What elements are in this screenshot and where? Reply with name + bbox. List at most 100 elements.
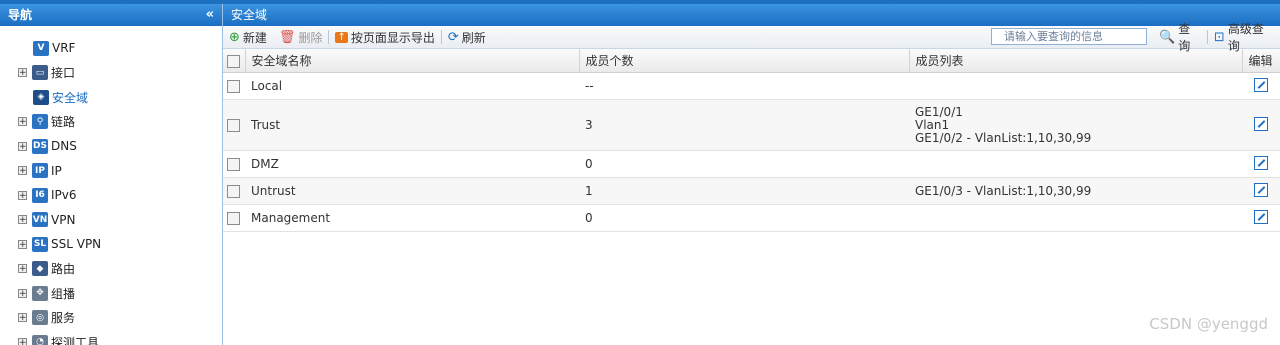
sidebar-item-vpn[interactable]: + VN VPN <box>0 208 222 233</box>
member-count-cell: 3 <box>579 99 909 151</box>
sidebar-item-label: IP <box>51 163 62 178</box>
sidebar-item-sslvpn[interactable]: + SL SSL VPN <box>0 232 222 257</box>
sidebar-item-multicast[interactable]: + ✥ 组播 <box>0 281 222 306</box>
row-select-cell <box>223 150 245 178</box>
trash-icon: 🗑 <box>278 29 296 45</box>
edit-icon[interactable] <box>1253 116 1268 131</box>
row-checkbox[interactable] <box>227 80 240 93</box>
zone-name-cell: Untrust <box>245 177 579 205</box>
table-row[interactable]: Untrust 1 GE1/0/3 - VlanList:1,10,30,99 <box>223 177 1280 205</box>
expand-icon[interactable]: + <box>18 288 27 298</box>
edit-icon[interactable] <box>1253 209 1268 224</box>
expand-icon[interactable]: + <box>18 239 27 249</box>
expand-icon[interactable]: + <box>18 215 27 225</box>
edit-cell <box>1242 204 1280 232</box>
zone-name-cell: Management <box>245 204 579 232</box>
sidebar-item-label: VRF <box>52 41 76 56</box>
edit-icon[interactable] <box>1253 182 1268 197</box>
expand-icon[interactable]: + <box>18 141 27 151</box>
new-button-label: 新建 <box>242 30 267 45</box>
probe-icon: ◔ <box>32 334 48 345</box>
table-header-row: 安全域名称 成员个数 成员列表 编辑 <box>223 49 1280 73</box>
expand-icon[interactable]: + <box>18 337 27 345</box>
sidebar-item-label: 安全域 <box>52 90 89 105</box>
select-all-cell <box>223 49 246 73</box>
ipv6-icon: I6 <box>32 187 48 203</box>
sidebar-item-interface[interactable]: + ▭ 接口 <box>0 61 222 86</box>
sidebar-item-label: 路由 <box>51 262 76 277</box>
refresh-button-label: 刷新 <box>461 30 486 45</box>
expand-icon[interactable]: + <box>18 117 27 127</box>
add-icon: ⊕ <box>229 29 240 45</box>
sidebar-item-ipv6[interactable]: + I6 IPv6 <box>0 183 222 208</box>
expand-icon[interactable]: + <box>18 166 27 176</box>
zone-name-cell: Trust <box>245 99 579 151</box>
export-button-label: 按页面显示导出 <box>350 30 435 45</box>
query-button[interactable]: 🔍 查询 <box>1153 22 1207 53</box>
table-row[interactable]: Management 0 <box>223 204 1280 232</box>
row-checkbox[interactable] <box>227 119 240 132</box>
expand-icon[interactable]: + <box>18 190 27 200</box>
export-button[interactable]: ↑ 按页面显示导出 <box>329 26 440 48</box>
zone-name-cell: DMZ <box>245 150 579 178</box>
sidebar-item-label: DNS <box>51 139 77 154</box>
sidebar-item-label: 探测工具 <box>51 335 100 345</box>
expand-icon[interactable]: + <box>18 264 27 274</box>
sidebar-item-ip[interactable]: + IP IP <box>0 159 222 184</box>
security-zone-icon: ◈ <box>33 89 49 105</box>
page-title: 安全域 <box>223 4 1280 26</box>
table-row[interactable]: DMZ 0 <box>223 150 1280 178</box>
sidebar-item-vrf[interactable]: V VRF <box>0 36 222 61</box>
delete-button[interactable]: 🗑 删除 <box>273 26 329 48</box>
select-all-checkbox[interactable] <box>226 54 240 68</box>
expand-icon[interactable]: + <box>18 313 27 323</box>
collapse-sidebar-icon[interactable]: « <box>206 4 214 26</box>
edit-cell <box>1242 72 1280 100</box>
vrf-icon: V <box>33 40 49 56</box>
refresh-button[interactable]: ⟳ 刷新 <box>442 26 492 48</box>
new-button[interactable]: ⊕ 新建 <box>223 26 273 48</box>
sidebar-item-label: 组播 <box>51 286 76 301</box>
row-checkbox[interactable] <box>227 158 240 171</box>
sidebar-item-label: SSL VPN <box>51 237 102 252</box>
navigation-tree: V VRF + ▭ 接口 ◈ 安全域 + ⚲ 链路 + DS DNS + IP IP + I6 IPv6 + VN VPN… <box>0 26 222 345</box>
sidebar-item-link[interactable]: + ⚲ 链路 <box>0 110 222 135</box>
sidebar-item-route[interactable]: + ◆ 路由 <box>0 257 222 282</box>
advanced-query-label: 高级查询 <box>1227 22 1264 53</box>
sidebar-item-service[interactable]: + ◎ 服务 <box>0 306 222 331</box>
edit-icon[interactable] <box>1253 155 1268 170</box>
sidebar-item-security-zone[interactable]: ◈ 安全域 <box>0 85 222 110</box>
edit-cell <box>1242 99 1280 151</box>
dns-icon: DS <box>32 138 48 154</box>
row-select-cell <box>223 177 245 205</box>
watermark: CSDN @yenggd <box>1149 315 1268 333</box>
column-header-count[interactable]: 成员个数 <box>579 49 910 73</box>
sidebar-item-probe[interactable]: + ◔ 探测工具 <box>0 330 222 345</box>
sidebar-item-dns[interactable]: + DS DNS <box>0 134 222 159</box>
member-list-cell: GE1/0/3 - VlanList:1,10,30,99 <box>909 177 1242 205</box>
column-header-name[interactable]: 安全域名称 <box>245 49 580 73</box>
ip-icon: IP <box>32 163 48 179</box>
member-list-cell <box>909 150 1242 178</box>
table-row[interactable]: Local -- <box>223 72 1280 100</box>
edit-icon[interactable] <box>1253 77 1268 92</box>
member-list-cell: GE1/0/1 Vlan1 GE1/0/2 - VlanList:1,10,30,9… <box>909 99 1242 151</box>
sidebar-title: 导航 <box>8 8 33 22</box>
export-icon: ↑ <box>335 31 348 43</box>
route-icon: ◆ <box>32 261 48 277</box>
expand-icon[interactable]: + <box>18 68 27 78</box>
table-row[interactable]: Trust 3 GE1/0/1 Vlan1 GE1/0/2 - VlanList:1,1… <box>223 99 1280 151</box>
zone-name-cell: Local <box>245 72 579 100</box>
security-zone-table: 安全域名称 成员个数 成员列表 编辑 Local -- Trust 3 GE1/0/1 V… <box>223 49 1280 232</box>
row-checkbox[interactable] <box>227 212 240 225</box>
member-entry: GE1/0/1 <box>915 104 963 119</box>
search-input[interactable]: 请输入要查询的信息 <box>991 28 1147 45</box>
link-icon: ⚲ <box>32 114 48 130</box>
row-select-cell <box>223 204 245 232</box>
row-checkbox[interactable] <box>227 185 240 198</box>
service-icon: ◎ <box>32 310 48 326</box>
edit-cell <box>1242 150 1280 178</box>
member-count-cell: 1 <box>579 177 909 205</box>
row-select-cell <box>223 72 245 100</box>
advanced-query-button[interactable]: ⊡ 高级查询 <box>1208 22 1280 53</box>
